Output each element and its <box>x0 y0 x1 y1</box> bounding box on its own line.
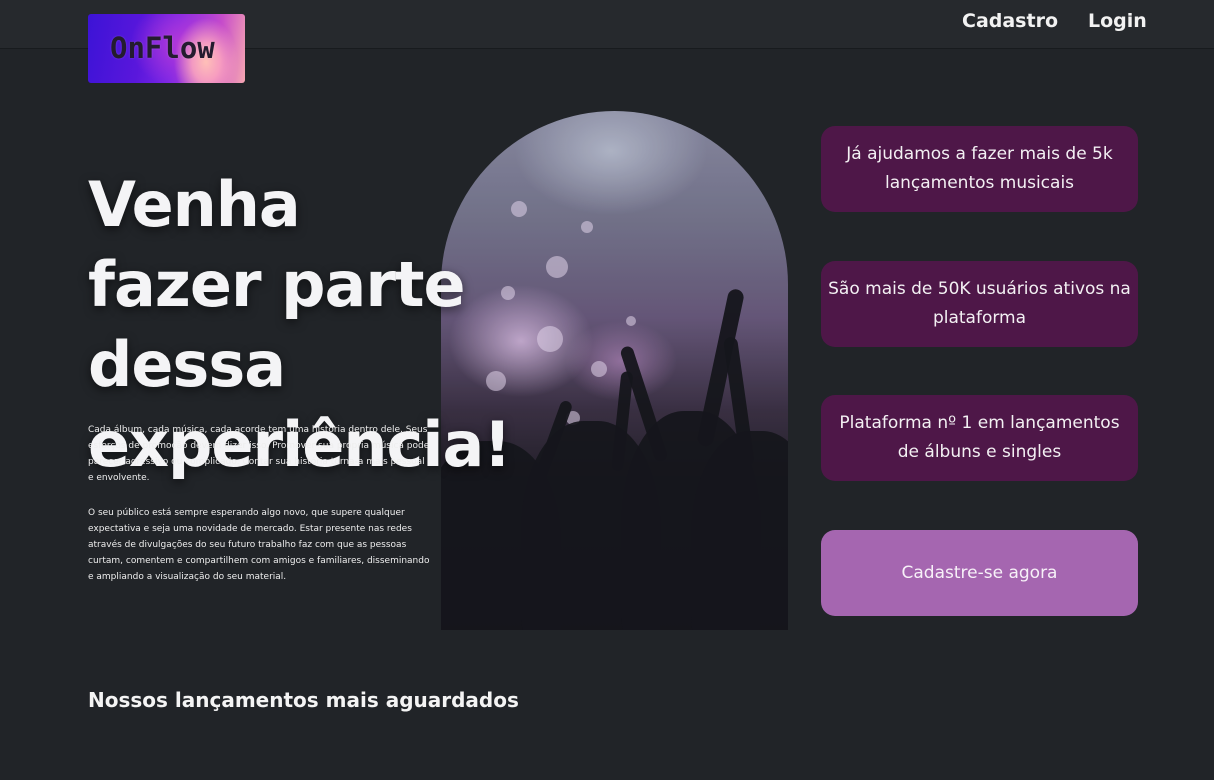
stat-card-users: São mais de 50K usuários ativos na plata… <box>821 261 1138 347</box>
stat-card-platform: Plataforma nº 1 em lançamentos de álbuns… <box>821 395 1138 481</box>
stat-card-launches: Já ajudamos a fazer mais de 5k lançament… <box>821 126 1138 212</box>
signup-now-button[interactable]: Cadastre-se agora <box>821 530 1138 616</box>
nav-cadastro-link[interactable]: Cadastro <box>962 10 1058 32</box>
onflow-logo[interactable]: OnFlow <box>88 14 245 83</box>
hero-paragraph-2: O seu público está sempre esperando algo… <box>88 508 430 582</box>
concert-crowd-image <box>441 111 788 630</box>
hero-paragraph-1: Cada álbum, cada música, cada acorde tem… <box>88 425 430 483</box>
section-title-upcoming-releases: Nossos lançamentos mais aguardados <box>88 688 519 712</box>
stat-card-text: São mais de 50K usuários ativos na plata… <box>828 279 1131 328</box>
stat-card-text: Já ajudamos a fazer mais de 5k lançament… <box>846 144 1113 193</box>
stat-card-text: Plataforma nº 1 em lançamentos de álbuns… <box>839 413 1120 462</box>
nav-login-link[interactable]: Login <box>1088 10 1147 32</box>
logo-text: OnFlow <box>110 31 215 65</box>
